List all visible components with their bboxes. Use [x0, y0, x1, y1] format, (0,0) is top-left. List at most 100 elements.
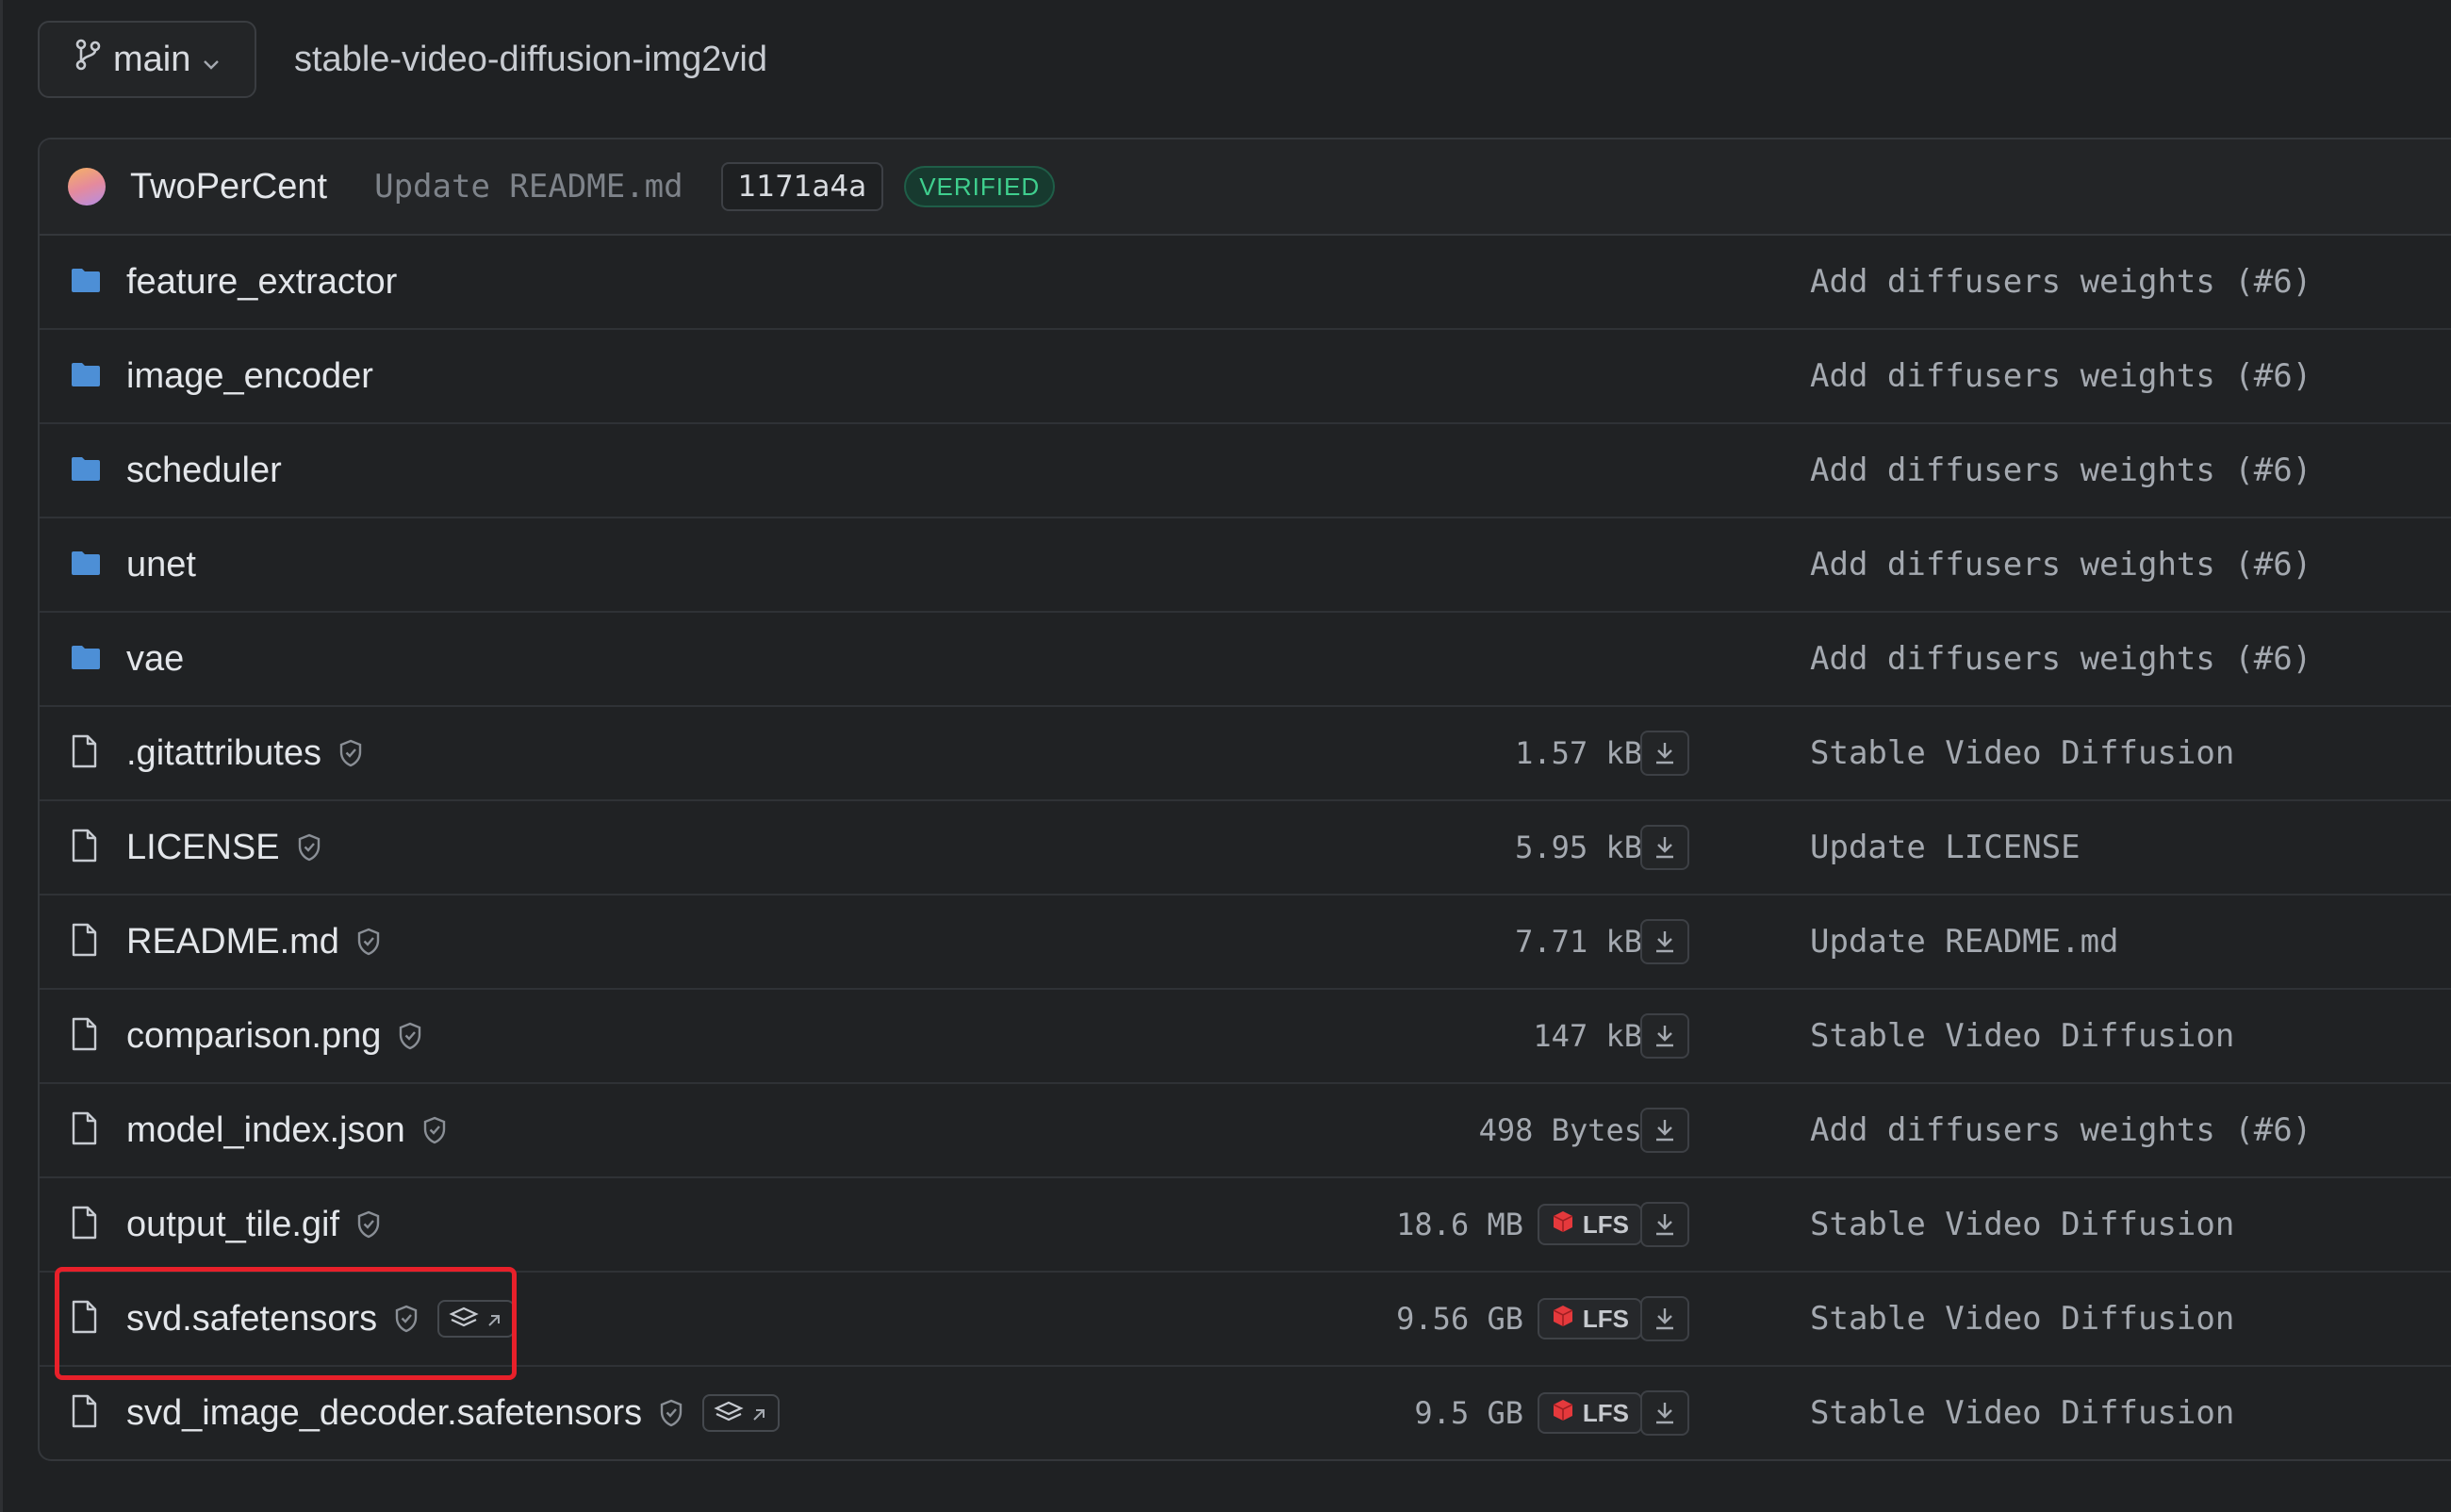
lfs-label: LFS: [1582, 1209, 1629, 1239]
layers-icon: [449, 1299, 479, 1339]
file-size: 9.5 GB: [1414, 1395, 1523, 1431]
last-commit-message[interactable]: Stable Video Diffusion: [1810, 1367, 2234, 1459]
shield-check-icon[interactable]: [659, 1399, 683, 1427]
external-link-icon: [749, 1393, 768, 1434]
file-row[interactable]: .gitattributes 1.57 kB Stable Video Diff…: [40, 707, 2451, 801]
folder-row[interactable]: unet Add diffusers weights (#6): [40, 518, 2451, 613]
folder-row[interactable]: scheduler Add diffusers weights (#6): [40, 424, 2451, 518]
file-icon: [70, 1017, 98, 1056]
folder-icon: [70, 644, 102, 675]
lfs-cube-icon: [1551, 1304, 1575, 1335]
shield-check-icon[interactable]: [394, 1305, 419, 1333]
lfs-badge: LFS: [1537, 1298, 1642, 1339]
storage-layers-badge[interactable]: [702, 1393, 781, 1434]
last-commit-message[interactable]: Update LICENSE: [1810, 801, 2081, 894]
top-bar: main stable-video-diffusion-img2vid: [38, 21, 767, 98]
last-commit-message[interactable]: Update README.md: [1810, 896, 2119, 988]
file-icon: [70, 923, 98, 961]
download-icon: [1653, 1306, 1677, 1332]
folder-icon: [70, 455, 102, 486]
download-icon: [1653, 1023, 1677, 1049]
file-icon: [70, 1206, 98, 1244]
storage-layers-badge[interactable]: [437, 1299, 516, 1339]
repo-path-breadcrumb[interactable]: stable-video-diffusion-img2vid: [294, 40, 767, 80]
download-button[interactable]: [1640, 825, 1689, 870]
chevron-down-icon: [202, 40, 221, 80]
avatar[interactable]: [68, 168, 106, 205]
file-row[interactable]: comparison.png 147 kB Stable Video Diffu…: [40, 990, 2451, 1084]
file-name-link[interactable]: README.md: [126, 922, 339, 962]
file-row[interactable]: svd.safetensors 9.56 GB LFS Stable Video …: [40, 1273, 2451, 1367]
git-branch-icon: [74, 38, 102, 81]
lfs-label: LFS: [1582, 1398, 1629, 1427]
file-icon: [70, 829, 98, 867]
last-commit-message[interactable]: Stable Video Diffusion: [1810, 990, 2234, 1082]
folder-icon: [70, 267, 102, 298]
lfs-badge: LFS: [1537, 1204, 1642, 1245]
download-button[interactable]: [1640, 1108, 1689, 1153]
branch-selector-button[interactable]: main: [38, 21, 256, 98]
file-list: feature_extractor Add diffusers weights …: [40, 236, 2451, 1459]
file-name-link[interactable]: model_index.json: [126, 1110, 405, 1151]
download-button[interactable]: [1640, 919, 1689, 964]
folder-name-link[interactable]: scheduler: [126, 451, 282, 491]
file-name-link[interactable]: output_tile.gif: [126, 1205, 339, 1245]
branch-name: main: [113, 39, 191, 79]
commit-author[interactable]: TwoPerCent: [130, 167, 327, 207]
download-icon: [1653, 834, 1677, 861]
folder-row[interactable]: vae Add diffusers weights (#6): [40, 613, 2451, 707]
file-row[interactable]: README.md 7.71 kB Update README.md: [40, 896, 2451, 990]
folder-name-link[interactable]: image_encoder: [126, 356, 373, 397]
folder-name-link[interactable]: unet: [126, 545, 196, 585]
last-commit-message[interactable]: Add diffusers weights (#6): [1810, 236, 2311, 328]
last-commit-message[interactable]: Add diffusers weights (#6): [1810, 424, 2311, 517]
shield-check-icon[interactable]: [398, 1022, 422, 1050]
last-commit-message[interactable]: Stable Video Diffusion: [1810, 707, 2234, 799]
download-button[interactable]: [1640, 1013, 1689, 1059]
lfs-cube-icon: [1551, 1398, 1575, 1429]
file-name-link[interactable]: LICENSE: [126, 828, 280, 868]
download-button[interactable]: [1640, 1390, 1689, 1436]
file-row[interactable]: output_tile.gif 18.6 MB LFS Stable Video …: [40, 1178, 2451, 1273]
download-button[interactable]: [1640, 1296, 1689, 1341]
download-button[interactable]: [1640, 1202, 1689, 1247]
left-edge-divider: [0, 0, 3, 1512]
folder-row[interactable]: feature_extractor Add diffusers weights …: [40, 236, 2451, 330]
commit-sha-badge[interactable]: 1171a4a: [720, 162, 884, 211]
external-link-icon: [485, 1299, 503, 1339]
shield-check-icon[interactable]: [297, 833, 321, 862]
download-button[interactable]: [1640, 731, 1689, 776]
file-size: 147 kB: [1533, 1018, 1642, 1054]
layers-icon: [714, 1393, 744, 1434]
file-row[interactable]: model_index.json 498 Bytes Add diffusers…: [40, 1084, 2451, 1178]
file-size: 1.57 kB: [1515, 735, 1642, 771]
last-commit-message[interactable]: Add diffusers weights (#6): [1810, 1084, 2311, 1176]
verified-badge: VERIFIED: [904, 166, 1056, 207]
lfs-badge: LFS: [1537, 1392, 1642, 1434]
commit-message[interactable]: Update README.md: [374, 168, 683, 205]
file-name-link[interactable]: .gitattributes: [126, 733, 321, 774]
folder-row[interactable]: image_encoder Add diffusers weights (#6): [40, 330, 2451, 424]
file-row[interactable]: svd_image_decoder.safetensors 9.5 GB LFS …: [40, 1367, 2451, 1459]
file-name-link[interactable]: svd.safetensors: [126, 1299, 377, 1339]
folder-icon: [70, 361, 102, 392]
last-commit-message[interactable]: Add diffusers weights (#6): [1810, 330, 2311, 422]
last-commit-message[interactable]: Stable Video Diffusion: [1810, 1273, 2234, 1365]
file-icon: [70, 1300, 98, 1339]
shield-check-icon[interactable]: [356, 1210, 381, 1239]
lfs-cube-icon: [1551, 1209, 1575, 1241]
shield-check-icon[interactable]: [356, 928, 381, 956]
folder-name-link[interactable]: vae: [126, 639, 184, 680]
last-commit-message[interactable]: Stable Video Diffusion: [1810, 1178, 2234, 1271]
shield-check-icon[interactable]: [338, 739, 363, 767]
download-icon: [1653, 929, 1677, 955]
last-commit-message[interactable]: Add diffusers weights (#6): [1810, 518, 2311, 611]
download-icon: [1653, 1117, 1677, 1143]
folder-name-link[interactable]: feature_extractor: [126, 262, 397, 303]
file-row[interactable]: LICENSE 5.95 kB Update LICENSE: [40, 801, 2451, 896]
shield-check-icon[interactable]: [422, 1116, 447, 1144]
last-commit-message[interactable]: Add diffusers weights (#6): [1810, 613, 2311, 705]
file-size: 7.71 kB: [1515, 924, 1642, 960]
file-name-link[interactable]: svd_image_decoder.safetensors: [126, 1393, 642, 1434]
file-name-link[interactable]: comparison.png: [126, 1016, 381, 1057]
